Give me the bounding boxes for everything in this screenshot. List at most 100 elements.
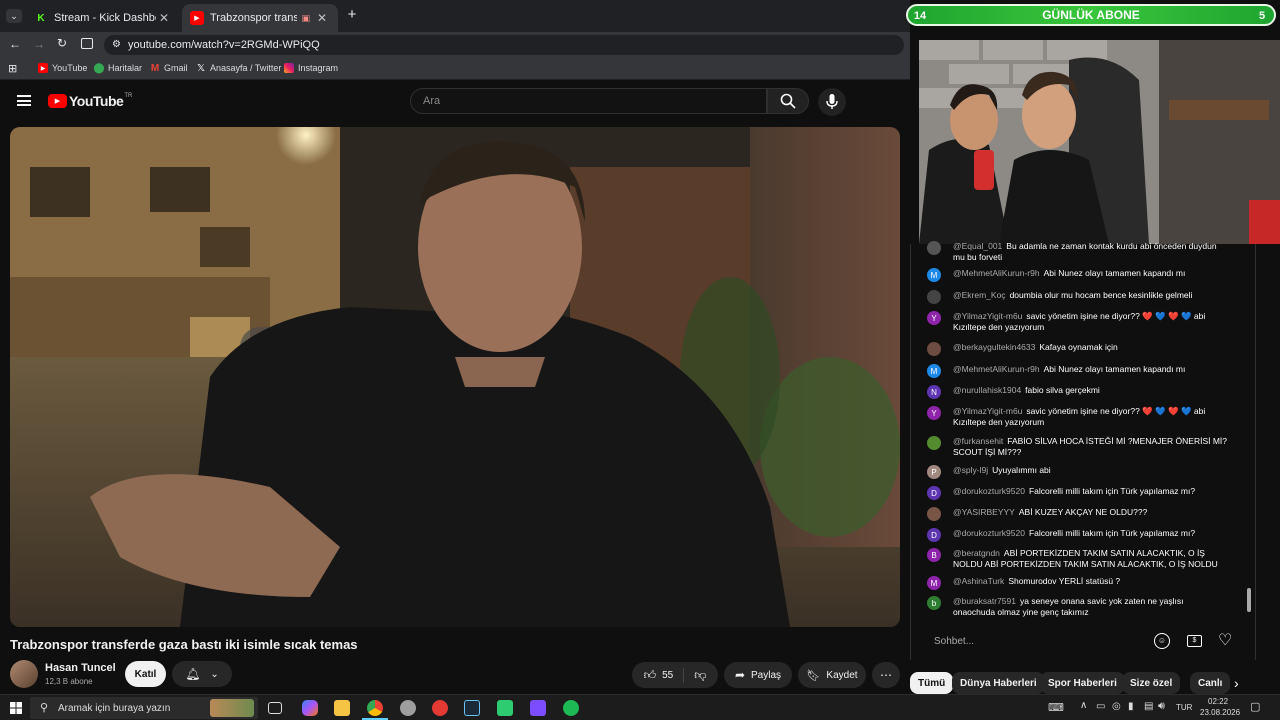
chat-message[interactable]: @Equal_001 Bu adamla ne zaman kontak kurd… xyxy=(927,241,1227,263)
chat-message[interactable]: @YASIRBEYYY ABİ KUZEY AKÇAY NE OLDU??? xyxy=(927,507,1227,521)
like-button[interactable]: 👍︎ 55 xyxy=(644,667,685,683)
youtube-logo[interactable]: ▶ YouTube TR xyxy=(48,93,132,109)
chat-username[interactable]: @berkaygultekin4633 xyxy=(953,342,1035,352)
tray-chevron-up-icon[interactable]: ∧ xyxy=(1080,700,1087,711)
chat-message[interactable]: B @beratgndn ABİ PORTEKİZDEN TAKIM SATIN A… xyxy=(927,548,1227,570)
chat-message[interactable]: M @MehmetAliKurun-r9h Abi Nunez olayı tama… xyxy=(927,268,1227,282)
input-language[interactable]: TUR xyxy=(1176,703,1192,712)
chat-username[interactable]: @nurullahisk1904 xyxy=(953,385,1021,395)
chat-username[interactable]: @beratgndn xyxy=(953,548,1000,558)
chat-message[interactable]: P @sply-l9j Uyuyalımmı abi xyxy=(927,465,1227,479)
reload-icon[interactable]: ↻ xyxy=(57,36,67,50)
network-icon[interactable]: ▭ xyxy=(1096,701,1105,712)
channel-avatar[interactable] xyxy=(10,660,38,688)
app-grid-icon[interactable] xyxy=(530,700,546,716)
chip-2[interactable]: Spor Haberleri xyxy=(1040,672,1125,694)
chip-1[interactable]: Dünya Haberleri xyxy=(952,672,1045,694)
emoji-icon[interactable]: ☺ xyxy=(1154,633,1170,649)
tab-youtube-video[interactable]: ▶ Trabzonspor transferde gaz ▣ ✕ xyxy=(182,4,338,32)
chat-avatar[interactable]: M xyxy=(927,268,941,282)
microphone-tray-icon[interactable]: ▮ xyxy=(1128,701,1134,712)
chat-scrollbar[interactable] xyxy=(1247,588,1251,612)
bookmark-gmail[interactable]: M Gmail xyxy=(150,63,188,74)
chat-username[interactable]: @sply-l9j xyxy=(953,465,988,475)
app-icon[interactable] xyxy=(400,700,416,716)
chat-avatar[interactable] xyxy=(927,241,941,255)
save-button[interactable]: 🔖︎ Kaydet xyxy=(798,662,866,688)
subscribe-bell-button[interactable]: 🔔︎ ⌄ xyxy=(172,661,232,687)
more-actions-button[interactable]: ⋯ xyxy=(872,662,900,688)
chat-message[interactable]: Y @YilmazYigit-m6u savic yönetim işine ne … xyxy=(927,311,1227,333)
chrome-icon[interactable] xyxy=(367,700,383,716)
file-explorer-icon[interactable] xyxy=(334,700,350,716)
chat-avatar[interactable] xyxy=(927,342,941,356)
dislike-button[interactable]: 👎︎ xyxy=(684,668,706,683)
bookmark-twitter[interactable]: 𝕏 Anasayfa / Twitter xyxy=(196,63,281,74)
chat-message[interactable]: b @buraksatr7591 ya seneye onana savic yok… xyxy=(927,596,1227,618)
tab-search-icon[interactable]: ⌄ xyxy=(6,9,22,23)
chat-message[interactable]: @furkansehit FABİO SİLVA HOCA İSTEĞİ Mİ ?… xyxy=(927,436,1227,458)
chip-3[interactable]: Size özel xyxy=(1122,672,1181,694)
chat-avatar[interactable]: M xyxy=(927,364,941,378)
chat-avatar[interactable]: D xyxy=(927,486,941,500)
chip-4[interactable]: Canlı xyxy=(1190,672,1231,694)
chat-message[interactable]: Y @YilmazYigit-m6u savic yönetim işine ne … xyxy=(927,406,1227,428)
tab-kick-dashboard[interactable]: K Stream - Kick Dashboard ✕ xyxy=(26,4,180,32)
tray-app-icon[interactable]: ◎ xyxy=(1112,701,1121,712)
chat-avatar[interactable] xyxy=(927,507,941,521)
bookmark-instagram[interactable]: Instagram xyxy=(284,63,338,73)
chevron-right-icon[interactable]: › xyxy=(1234,675,1239,691)
taskbar-search-input[interactable]: ⚲ Aramak için buraya yazın xyxy=(30,697,258,719)
tray-app-icon[interactable]: ▤ xyxy=(1144,701,1153,712)
close-icon[interactable]: ✕ xyxy=(156,11,172,25)
chat-message[interactable]: M @AshinaTurk Shomurodov YERLİ statüsü ? xyxy=(927,576,1227,590)
chat-username[interactable]: @buraksatr7591 xyxy=(953,596,1016,606)
chat-avatar[interactable]: P xyxy=(927,465,941,479)
chat-username[interactable]: @YASIRBEYYY xyxy=(953,507,1015,517)
new-tab-button[interactable]: + xyxy=(344,7,360,23)
app-green-icon[interactable] xyxy=(497,700,513,716)
chat-message[interactable]: D @dorukozturk9520 Falcorelli milli takım … xyxy=(927,528,1227,542)
chat-username[interactable]: @YilmazYigit-m6u xyxy=(953,406,1022,416)
volume-icon[interactable]: 🔊︎ xyxy=(1158,700,1165,713)
chat-username[interactable]: @dorukozturk9520 xyxy=(953,528,1025,538)
search-button[interactable] xyxy=(767,88,809,114)
super-chat-icon[interactable]: $ xyxy=(1187,635,1202,647)
menu-icon[interactable] xyxy=(17,95,31,106)
chat-input[interactable]: Sohbet... xyxy=(920,628,1182,654)
spotify-icon[interactable] xyxy=(563,700,579,716)
chat-avatar[interactable] xyxy=(927,290,941,304)
voice-search-button[interactable] xyxy=(818,88,846,116)
chat-username[interactable]: @furkansehit xyxy=(953,436,1003,446)
live-chat[interactable]: @Equal_001 Bu adamla ne zaman kontak kurd… xyxy=(910,241,1256,660)
search-input[interactable]: Ara xyxy=(410,88,767,114)
bookmark-haritalar[interactable]: ⬤ Haritalar xyxy=(93,63,142,74)
clock-time[interactable]: 02:22 xyxy=(1208,697,1228,706)
chat-avatar[interactable]: M xyxy=(927,576,941,590)
windows-start-icon[interactable] xyxy=(10,702,22,714)
copilot-icon[interactable] xyxy=(302,700,318,716)
heart-icon[interactable]: ♡ xyxy=(1218,630,1232,650)
site-info-icon[interactable]: ⚙ xyxy=(112,39,121,50)
url-input[interactable]: ⚙ youtube.com/watch?v=2RGMd-WPiQQ xyxy=(104,35,904,55)
chat-avatar[interactable]: B xyxy=(927,548,941,562)
share-button[interactable]: ➦ Paylaş xyxy=(724,662,792,688)
chat-avatar[interactable]: N xyxy=(927,385,941,399)
chat-message[interactable]: D @dorukozturk9520 Falcorelli milli takım … xyxy=(927,486,1227,500)
chat-username[interactable]: @Ekrem_Koç xyxy=(953,290,1006,300)
back-icon[interactable]: ← xyxy=(9,37,21,51)
chat-message[interactable]: @Ekrem_Koç doumbia olur mu hocam bence ke… xyxy=(927,290,1227,304)
chat-username[interactable]: @MehmetAliKurun-r9h xyxy=(953,268,1040,278)
chat-username[interactable]: @AshinaTurk xyxy=(953,576,1004,586)
clock-date[interactable]: 23.08.2026 xyxy=(1200,708,1240,717)
video-player[interactable] xyxy=(10,127,900,627)
close-icon[interactable]: ✕ xyxy=(314,11,330,25)
chat-avatar[interactable]: b xyxy=(927,596,941,610)
chat-username[interactable]: @YilmazYigit-m6u xyxy=(953,311,1022,321)
notifications-icon[interactable]: ▢ xyxy=(1250,700,1260,713)
chat-message[interactable]: M @MehmetAliKurun-r9h Abi Nunez olayı tama… xyxy=(927,364,1227,378)
chat-message[interactable]: @berkaygultekin4633 Kafaya oynamak için xyxy=(927,342,1227,356)
keyboard-icon[interactable]: ⌨ xyxy=(1048,701,1064,714)
chat-avatar[interactable]: Y xyxy=(927,311,941,325)
chat-avatar[interactable] xyxy=(927,436,941,450)
